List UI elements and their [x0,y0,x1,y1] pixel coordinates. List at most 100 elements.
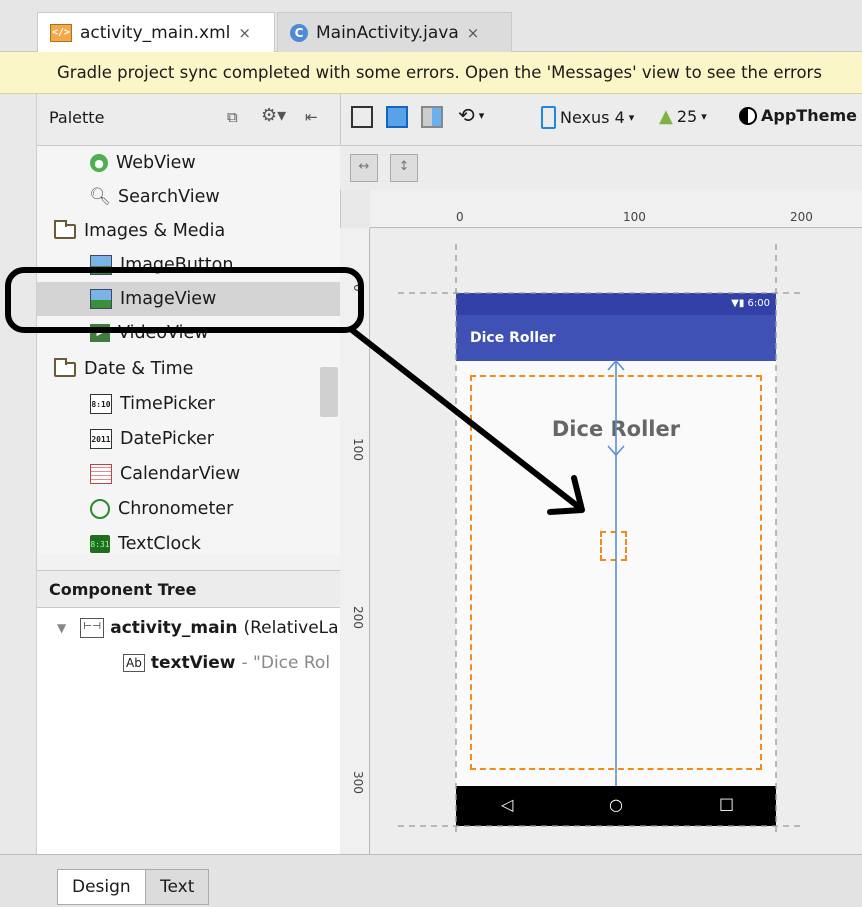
blueprint-icon [386,106,408,128]
java-class-icon: C [290,23,308,42]
expand-horizontal-icon[interactable]: ↔ [350,154,378,182]
date-picker-icon: 2011 [90,429,112,449]
gear-icon[interactable]: ⚙▾ [261,105,286,126]
palette-list: ● WebView 🔍︎ SearchView Images & Media I… [37,146,373,554]
device-label: Nexus 4 [560,108,625,127]
tree-node-textview[interactable]: Ab textView - "Dice Rol [123,653,330,673]
wifi-battery-icon: ▼▮ [731,298,748,309]
palette-item-label: DatePicker [120,429,214,449]
palette-item-label: Chronometer [118,499,234,519]
palette-header: Palette ⧉ ⚙▾ ⇤ [37,94,340,146]
ruler-label: 0 [456,210,464,224]
hide-panel-icon[interactable]: ⇤ [305,108,318,126]
expand-vertical-icon[interactable]: ↕ [390,154,418,182]
close-tab-icon[interactable]: × [238,24,251,42]
palette-item-calendarview[interactable]: CalendarView [37,457,373,491]
android-icon: ▲ [659,106,673,127]
relative-layout-icon: ⊢⊣ [80,618,105,638]
palette-item-label: WebView [116,153,196,173]
palette-item-label: CalendarView [120,464,241,484]
tab-activity-main-xml[interactable]: </> activity_main.xml × [37,12,275,52]
left-tool-strip [0,94,37,854]
stopwatch-icon [90,499,110,519]
palette-item-chronometer[interactable]: Chronometer [37,492,373,526]
folder-icon [54,357,76,377]
bottom-tab-bar: Design Text [0,854,862,907]
palette-item-webview[interactable]: ● WebView [37,146,373,180]
tab-label: MainActivity.java [316,22,459,43]
tree-node-name: textView [150,653,236,673]
editor-tab-bar: </> activity_main.xml × C MainActivity.j… [0,0,862,52]
phone-icon [541,106,556,129]
folder-icon [54,219,76,239]
vertical-ruler: 0 100 200 300 [340,228,370,854]
api-label: 25 [676,107,698,126]
palette-category-images-media[interactable]: Images & Media [37,214,337,248]
orientation-button[interactable]: ⟲ ▾ [458,103,484,127]
palette-category-date-time[interactable]: Date & Time [37,352,337,386]
rotate-icon: ⟲ [458,103,475,127]
back-icon[interactable]: ◁ [501,795,513,814]
dropdown-arrow-icon: ▾ [478,108,485,122]
palette-item-textclock[interactable]: 8:31 TextClock [37,527,373,561]
palette-category-label: Images & Media [84,221,226,241]
palette-category-label: Date & Time [84,359,194,379]
palette-item-imagebutton[interactable]: ImageButton [37,248,373,282]
palette-scrollbar[interactable] [320,367,338,417]
palette-item-label: VideoView [118,323,209,343]
restore-icon[interactable]: ⧉ [227,108,238,126]
ruler-label: 100 [351,438,365,461]
component-tree-header: Component Tree [37,570,340,608]
time-picker-icon: 8:10 [90,394,112,414]
palette-item-label: SearchView [118,187,220,207]
layout-icon [351,106,373,128]
globe-icon: ● [90,154,108,172]
gradle-sync-notification[interactable]: Gradle project sync completed with some … [0,52,862,94]
xml-file-icon: </> [50,23,72,42]
tab-mainactivity-java[interactable]: C MainActivity.java × [277,12,512,52]
split-view-button[interactable] [421,106,443,128]
dice-roller-textview[interactable]: Dice Roller [470,417,762,441]
layout-editor-toolbar: ⟲ ▾ Nexus 4 ▾ ▲ 25 ▾ AppTheme [340,94,862,146]
tree-node-activity-main[interactable]: ▼ ⊢⊣ activity_main (RelativeLa [57,618,339,638]
tab-label: activity_main.xml [80,22,231,43]
tab-text[interactable]: Text [145,869,210,905]
palette-item-datepicker[interactable]: 2011 DatePicker [37,422,373,456]
design-surface-button[interactable] [351,106,373,128]
ruler-label: 200 [351,606,365,629]
imageview-drop-target[interactable] [600,531,627,561]
tab-design[interactable]: Design [57,869,146,905]
palette-item-videoview[interactable]: ▶ VideoView [37,316,373,350]
ruler-label: 100 [623,210,646,224]
recents-icon[interactable]: □ [719,794,734,813]
collapse-arrow-icon[interactable]: ▼ [57,621,66,635]
horizontal-ruler: 0 100 200 [370,190,862,228]
home-icon[interactable]: ○ [609,795,623,814]
dropdown-arrow-icon: ▾ [701,110,707,123]
palette-item-label: ImageView [120,289,217,309]
api-level-selector[interactable]: ▲ 25 ▾ [659,106,707,127]
component-tree: ▼ ⊢⊣ activity_main (RelativeLa Ab textVi… [37,608,340,854]
split-icon [421,106,443,128]
phone-app-bar: Dice Roller [456,315,776,361]
search-icon: 🔍︎ [89,187,111,207]
palette-title: Palette [49,108,105,127]
ruler-label: 300 [351,771,365,794]
close-tab-icon[interactable]: × [467,24,480,42]
palette-item-label: ImageButton [120,255,234,275]
text-view-icon: Ab [123,654,145,672]
blueprint-button[interactable] [386,106,408,128]
image-icon [90,289,112,309]
phone-status-bar: ▼▮ 6:00 [456,293,776,315]
ruler-label: 0 [351,284,365,292]
digital-clock-icon: 8:31 [90,535,110,553]
palette-item-imageview[interactable]: ImageView [37,282,373,316]
canvas-toolbar: ↔ ↕ [340,146,862,190]
palette-item-searchview[interactable]: 🔍︎ SearchView [37,180,373,214]
dropdown-arrow-icon: ▾ [628,111,635,124]
device-selector[interactable]: Nexus 4 ▾ [541,106,634,129]
theme-icon [739,106,757,125]
theme-selector[interactable]: AppTheme [739,106,857,125]
calendar-icon [90,464,112,484]
palette-item-label: TextClock [118,534,201,554]
